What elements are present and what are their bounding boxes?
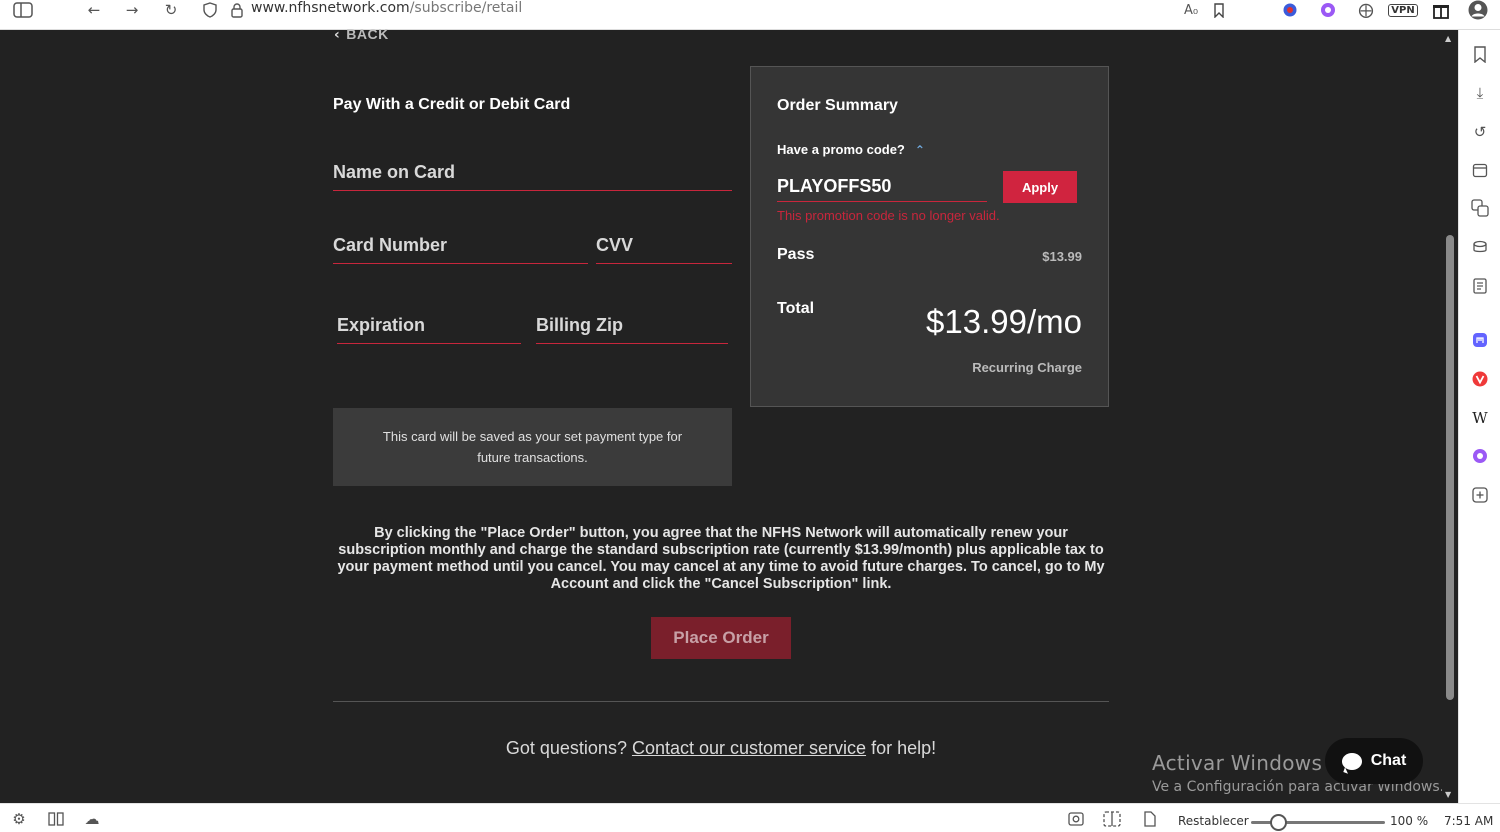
history-icon[interactable]: ↺ (1469, 121, 1491, 143)
promo-code-input[interactable]: PLAYOFFS50 (777, 171, 987, 202)
back-label: BACK (346, 26, 389, 42)
cvv-placeholder: CVV (596, 235, 634, 255)
copilot-icon[interactable] (1317, 0, 1339, 20)
scroll-up-icon[interactable]: ▲ (1445, 34, 1451, 43)
chat-label: Chat (1370, 752, 1407, 769)
help-suffix: for help! (871, 738, 937, 758)
promo-code-toggle[interactable]: Have a promo code? ⌃ (777, 142, 925, 157)
save-card-note: This card will be saved as your set paym… (333, 408, 732, 486)
tile-icon[interactable] (45, 809, 67, 829)
place-order-button[interactable]: Place Order (651, 617, 791, 659)
page-tiling-icon[interactable] (1101, 809, 1123, 829)
copilot-panel-icon[interactable] (1469, 445, 1491, 467)
card-number-placeholder: Card Number (333, 235, 448, 255)
vivaldi-icon[interactable] (1469, 368, 1491, 390)
pass-label: Pass (777, 246, 815, 263)
read-aloud-icon[interactable]: A₀ (1180, 0, 1202, 20)
name-on-card-field[interactable]: Name on Card (333, 155, 732, 191)
promo-question: Have a promo code? (777, 142, 905, 157)
help-text: Got questions? Contact our customer serv… (333, 738, 1109, 759)
windows-activation-title: Activar Windows (1152, 751, 1323, 775)
add-panel-icon[interactable] (1469, 484, 1491, 506)
expiration-field[interactable]: Expiration (337, 308, 521, 344)
calendar-icon[interactable] (1469, 159, 1491, 181)
zoom-level: 100 % (1390, 814, 1429, 828)
notes-icon[interactable] (1469, 275, 1491, 297)
gift-icon[interactable] (1430, 0, 1452, 20)
scroll-thumb[interactable] (1446, 235, 1454, 700)
page-scrollbar[interactable]: ▲ ▼ (1442, 30, 1458, 803)
mastodon-icon[interactable] (1469, 329, 1491, 351)
sync-cloud-icon[interactable]: ☁ (81, 809, 103, 829)
order-summary-title: Order Summary (777, 97, 898, 114)
scroll-down-icon[interactable]: ▼ (1445, 790, 1451, 799)
chat-button[interactable]: Chat (1325, 738, 1423, 784)
forward-arrow-icon[interactable]: → (121, 0, 143, 20)
downloads-icon[interactable]: ⤓ (1469, 82, 1491, 104)
profile-icon[interactable] (1467, 0, 1489, 20)
chevron-up-icon: ⌃ (914, 143, 925, 157)
page-actions-icon[interactable] (1139, 809, 1161, 829)
billing-zip-field[interactable]: Billing Zip (536, 308, 728, 344)
browser-toolbar: ← → ↻ www.nfhsnetwork.com/subscribe/reta… (0, 0, 1500, 30)
zoom-slider-handle[interactable] (1270, 814, 1287, 831)
zoom-reset-button[interactable]: Restablecer (1178, 814, 1249, 828)
pass-price: $13.99 (1042, 249, 1082, 264)
bookmarks-icon[interactable] (1469, 43, 1491, 65)
vpn-label: VPN (1388, 3, 1418, 17)
shield-icon[interactable] (199, 0, 221, 20)
vpn-icon[interactable]: VPN (1388, 0, 1418, 20)
promo-error-message: This promotion code is no longer valid. (777, 208, 1000, 223)
cvv-field[interactable]: CVV (596, 228, 732, 264)
address-bar[interactable]: www.nfhsnetwork.com/subscribe/retail (251, 0, 522, 18)
apply-promo-button[interactable]: Apply (1003, 171, 1077, 203)
promo-code-value: PLAYOFFS50 (777, 176, 892, 196)
extension-icon[interactable] (1279, 0, 1301, 20)
url-path: /subscribe/retail (409, 0, 523, 16)
bookmark-icon[interactable] (1208, 0, 1230, 20)
chevron-left-icon: ‹ (334, 27, 341, 43)
total-label: Total (777, 300, 815, 317)
name-on-card-placeholder: Name on Card (333, 162, 456, 182)
expiration-placeholder: Expiration (337, 315, 426, 335)
order-summary-panel: Order Summary Have a promo code? ⌃ PLAYOF… (750, 66, 1109, 407)
browser-status-bar: ⚙ ☁ Restablecer 100 % 7:51 AM (0, 803, 1500, 832)
translate-icon[interactable] (1469, 197, 1491, 219)
capture-icon[interactable] (1065, 809, 1087, 829)
billing-zip-placeholder: Billing Zip (536, 315, 623, 335)
chat-bubble-icon (1341, 752, 1362, 770)
back-arrow-icon[interactable]: ← (83, 0, 105, 20)
back-link[interactable]: ‹ BACK (334, 26, 389, 43)
browser-side-panel: ⤓ ↺ W (1458, 30, 1500, 803)
url-domain: www.nfhsnetwork.com (251, 0, 410, 16)
drinks-icon[interactable] (1469, 236, 1491, 258)
sidebar-toggle-icon[interactable] (12, 0, 34, 20)
footer-divider (333, 701, 1109, 702)
puzzle-icon[interactable]: ⨁ (1355, 0, 1377, 20)
payment-title: Pay With a Credit or Debit Card (333, 96, 571, 113)
subscription-terms: By clicking the "Place Order" button, yo… (337, 525, 1105, 592)
clock-time: 7:51 AM (1444, 814, 1494, 828)
reload-icon[interactable]: ↻ (160, 0, 182, 20)
recurring-charge-label: Recurring Charge (972, 360, 1082, 375)
settings-icon[interactable]: ⚙ (8, 809, 30, 829)
card-number-field[interactable]: Card Number (333, 228, 588, 264)
total-price: $13.99/mo (926, 303, 1082, 340)
customer-service-link[interactable]: Contact our customer service (632, 738, 866, 758)
help-prefix: Got questions? (505, 738, 627, 758)
wikipedia-icon[interactable]: W (1469, 407, 1491, 429)
lock-icon[interactable] (226, 0, 248, 20)
